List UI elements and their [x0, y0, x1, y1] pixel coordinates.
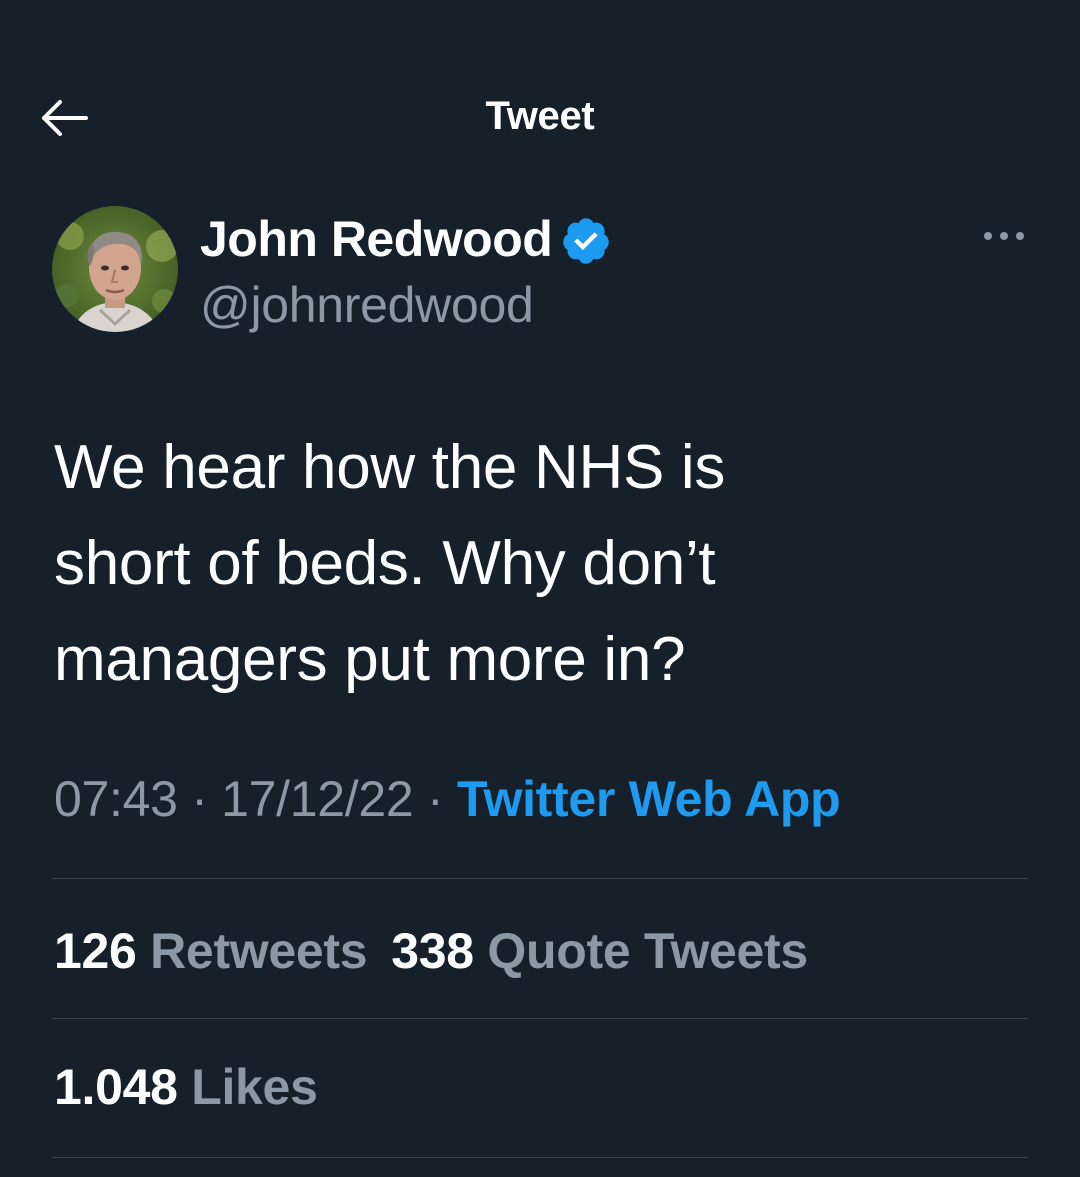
avatar[interactable] [52, 206, 178, 332]
verified-badge-icon [563, 218, 610, 264]
tweet-date[interactable]: 17/12/22 [221, 771, 414, 827]
divider [52, 1018, 1028, 1019]
quote-tweets-stat[interactable]: 338 Quote Tweets [391, 922, 808, 980]
more-horizontal-icon [984, 232, 1024, 240]
divider [52, 1157, 1028, 1158]
top-bar: Tweet [0, 0, 1080, 180]
meta-separator: · [191, 771, 208, 827]
retweets-stat[interactable]: 126 Retweets [54, 922, 368, 980]
likes-label: Likes [191, 1059, 318, 1115]
page-title: Tweet [485, 94, 595, 138]
author-handle[interactable]: @johnredwood [200, 276, 612, 334]
likes-stat[interactable]: 1.048 Likes [54, 1058, 318, 1116]
more-options-button[interactable] [978, 218, 1030, 254]
quote-tweets-label: Quote Tweets [487, 923, 808, 979]
retweets-count: 126 [54, 923, 137, 979]
retweets-label: Retweets [150, 923, 368, 979]
tweet-source-link[interactable]: Twitter Web App [457, 771, 841, 827]
retweet-stats-row: 126 Retweets 338 Quote Tweets [54, 922, 832, 980]
divider [52, 878, 1028, 879]
author-display-name: John Redwood [200, 211, 553, 267]
avatar-image [52, 206, 178, 332]
tweet-author: John Redwood @johnredwood [52, 206, 612, 336]
tweet-meta: 07:43 · 17/12/22 · Twitter Web App [54, 770, 841, 828]
author-name-row[interactable]: John Redwood [200, 208, 612, 270]
likes-count: 1.048 [54, 1059, 178, 1115]
likes-stats-row: 1.048 Likes [54, 1058, 342, 1116]
tweet-text: We hear how the NHS is short of beds. Wh… [54, 433, 726, 694]
quote-tweets-count: 338 [391, 923, 474, 979]
meta-separator: · [427, 771, 444, 827]
tweet-time[interactable]: 07:43 [54, 771, 178, 827]
tweet-detail-page: Tweet John Redwood @johnredwood We hear … [0, 0, 1080, 1177]
author-info: John Redwood @johnredwood [200, 208, 612, 334]
